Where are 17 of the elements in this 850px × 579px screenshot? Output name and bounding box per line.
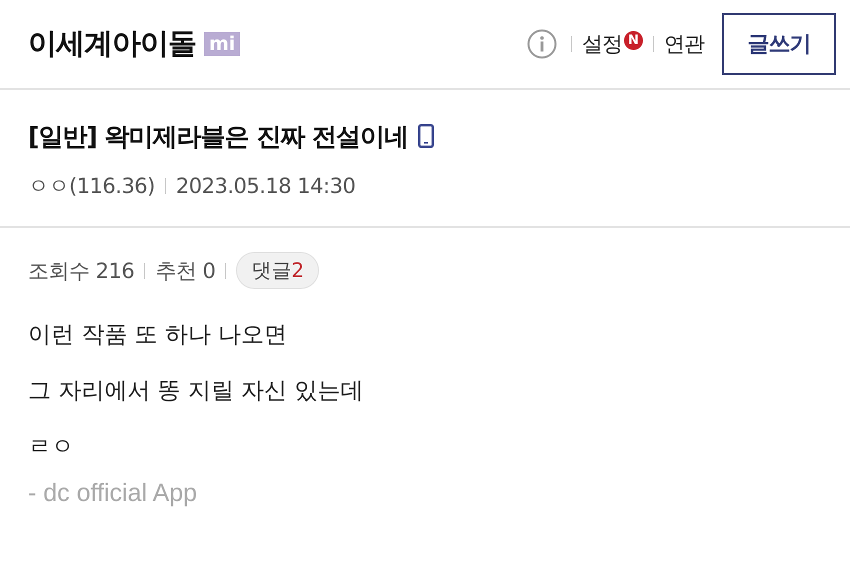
new-badge: N: [624, 30, 643, 50]
body-text: 이런 작품 또 하나 나오면: [28, 321, 288, 350]
view-count: 조회수 216: [28, 258, 134, 284]
gallery-name[interactable]: 이세계아이돌: [28, 24, 196, 64]
comments-button[interactable]: 댓글2: [236, 252, 320, 289]
header-link[interactable]: 연관: [664, 30, 704, 58]
header-link[interactable]: 설정: [582, 30, 622, 58]
gallery-badge: mi: [204, 32, 240, 56]
recommend-count: 추천 0: [155, 258, 216, 284]
write-button[interactable]: 글쓰기: [722, 13, 836, 75]
info-icon[interactable]: [527, 29, 557, 59]
body-text: 그 자리에서 똥 지릴 자신 있는데: [28, 377, 365, 406]
post-title: [일반] 왁미제라블은 진짜 전설이네: [28, 120, 408, 152]
post-date: 2023.05.18 14:30: [176, 174, 356, 198]
author-name[interactable]: ㅇㅇ(116.36): [28, 172, 155, 200]
signature: - dc official App: [28, 479, 198, 508]
body-text: ㄹㅇ: [28, 433, 75, 462]
